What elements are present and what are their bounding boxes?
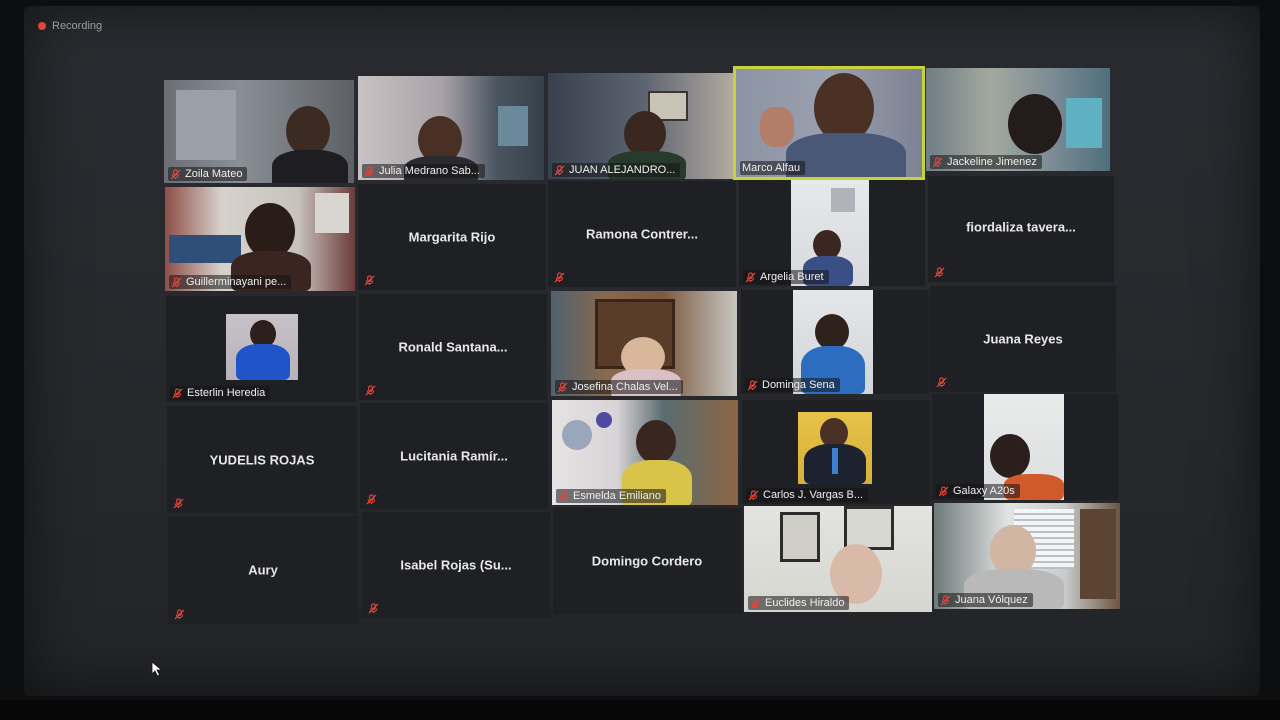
mic-muted-icon (364, 165, 375, 177)
participant-tile[interactable]: Zoila Mateo (164, 80, 354, 183)
recording-indicator[interactable]: Recording (38, 20, 102, 32)
participant-tile[interactable]: Lucitania Ramír... (360, 403, 548, 509)
participant-name-label: Esterlin Heredia (170, 386, 271, 400)
participant-name: Jackeline Jimenez (947, 156, 1037, 168)
participant-name: Esterlin Heredia (187, 387, 266, 399)
participant-video (798, 412, 872, 484)
participant-name-label: Carlos J. Vargas B... (746, 488, 869, 502)
mic-muted-icon (554, 272, 565, 283)
participant-name-center: Ramona Contrer... (586, 226, 698, 242)
participant-name-center: Ronald Santana... (398, 339, 508, 355)
participant-tile[interactable]: Juana Vólquez (934, 503, 1120, 609)
mic-muted-icon (173, 498, 184, 509)
participant-name-label: Esmelda Emiliano (556, 489, 667, 503)
participant-name: Galaxy A20s (953, 485, 1015, 497)
participant-name-center: Aury (248, 562, 278, 578)
participant-tile[interactable]: Dominga Sena (741, 290, 929, 394)
participant-name: Dominga Sena (762, 379, 835, 391)
participant-name-label: Dominga Sena (745, 378, 840, 392)
mic-muted-icon (748, 489, 759, 501)
mic-muted-icon (558, 490, 569, 502)
participant-name-label: Julia Medrano Sab... (362, 164, 485, 178)
mic-muted-icon (368, 603, 379, 614)
mic-muted-icon (932, 156, 943, 168)
participant-tile[interactable]: fiordaliza tavera... (928, 176, 1114, 282)
participant-name-label: Argelia Buret (743, 270, 829, 284)
participant-name: Argelia Buret (760, 271, 824, 283)
participant-name-label: Juana Vólquez (938, 593, 1033, 607)
participant-tile[interactable]: Esterlin Heredia (166, 296, 356, 402)
participant-name: Guillerminayani pe... (186, 276, 287, 288)
participant-name: Esmelda Emiliano (573, 490, 662, 502)
participant-tile[interactable]: Margarita Rijo (358, 184, 546, 290)
mic-muted-icon (750, 597, 761, 609)
participant-name-center: Isabel Rojas (Su... (400, 557, 512, 573)
participant-tile[interactable]: Domingo Cordero (553, 508, 741, 614)
participant-name-center: Juana Reyes (983, 331, 1063, 347)
mouse-cursor-icon (151, 661, 163, 677)
mic-muted-icon (747, 379, 758, 391)
participant-name: JUAN ALEJANDRO... (569, 164, 676, 176)
participant-name: Marco Alfau (742, 162, 801, 174)
recording-dot-icon (38, 22, 46, 30)
participant-tile[interactable]: Argelia Buret (739, 180, 925, 286)
mic-muted-icon (938, 485, 949, 497)
participant-name-label: Galaxy A20s (936, 484, 1020, 498)
participant-name-label: Guillerminayani pe... (169, 275, 292, 289)
participant-name-label: Zoila Mateo (168, 167, 248, 181)
participant-name-center: YUDELIS ROJAS (209, 452, 315, 467)
participant-tile[interactable]: Julia Medrano Sab... (358, 76, 544, 180)
participant-name: Juana Vólquez (955, 594, 1028, 606)
participant-tile[interactable]: Carlos J. Vargas B... (742, 400, 930, 504)
participant-tile[interactable]: Juana Reyes (930, 286, 1116, 392)
participant-name: Zoila Mateo (185, 168, 243, 180)
participant-tile[interactable]: Jackeline Jimenez (926, 68, 1110, 171)
participant-tile[interactable]: Isabel Rojas (Su... (362, 512, 550, 618)
mic-muted-icon (364, 275, 375, 286)
mic-muted-icon (554, 164, 565, 176)
participant-tile[interactable]: Aury (168, 516, 358, 624)
mic-muted-icon (172, 387, 183, 399)
mic-muted-icon (366, 494, 377, 505)
participant-name-center: Domingo Cordero (591, 553, 703, 569)
participant-name-label: JUAN ALEJANDRO... (552, 163, 681, 177)
participant-name: Josefina Chalas Vel... (572, 381, 678, 393)
monitor-bezel (0, 700, 1280, 720)
recording-label: Recording (52, 20, 103, 32)
participant-tile[interactable]: Galaxy A20s (932, 394, 1118, 500)
participant-tile[interactable]: JUAN ALEJANDRO... (548, 73, 734, 179)
mic-muted-icon (365, 385, 376, 396)
mic-muted-icon (170, 168, 181, 180)
participant-tile[interactable]: Ramona Contrer... (548, 181, 736, 287)
mic-muted-icon (174, 609, 185, 620)
participant-name-label: Jackeline Jimenez (930, 155, 1042, 169)
participant-name: Julia Medrano Sab... (379, 165, 480, 177)
participant-name-center: fiordaliza tavera... (966, 219, 1076, 235)
mic-muted-icon (171, 276, 182, 288)
mic-muted-icon (745, 271, 756, 283)
participant-name-center: Lucitania Ramír... (400, 448, 508, 464)
participant-name: Carlos J. Vargas B... (763, 489, 864, 501)
participant-name-label: Josefina Chalas Vel... (555, 380, 683, 394)
participant-video (226, 314, 298, 380)
mic-muted-icon (940, 594, 951, 606)
mic-muted-icon (936, 377, 947, 388)
participant-name-label: Euclides Hiraldo (748, 596, 850, 610)
participant-name-label: Marco Alfau (740, 161, 806, 175)
mic-muted-icon (557, 381, 568, 393)
participant-tile[interactable]: Ronald Santana... (359, 294, 547, 400)
participant-tile[interactable]: Esmelda Emiliano (552, 400, 738, 505)
participant-name-center: Margarita Rijo (408, 229, 496, 245)
mic-muted-icon (934, 267, 945, 278)
participant-tile-active-speaker[interactable]: Marco Alfau (733, 66, 925, 180)
participant-tile[interactable]: Guillerminayani pe... (165, 187, 355, 291)
participant-name: Euclides Hiraldo (765, 597, 845, 609)
participant-tile[interactable]: Josefina Chalas Vel... (551, 291, 737, 396)
participant-tile[interactable]: YUDELIS ROJAS (167, 406, 357, 513)
participant-tile[interactable]: Euclides Hiraldo (744, 506, 932, 612)
